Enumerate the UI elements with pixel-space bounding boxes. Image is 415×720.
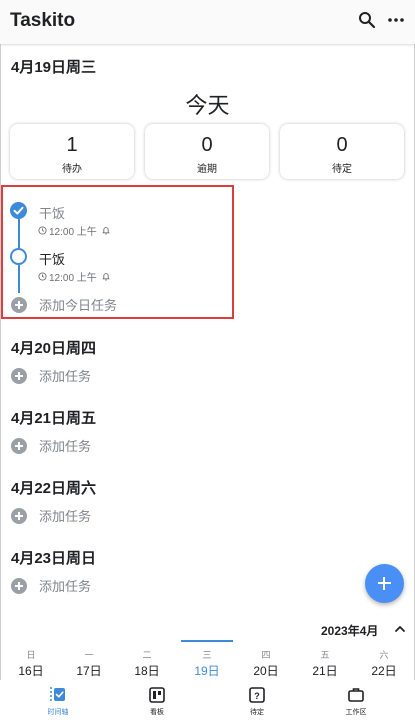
pending-icon: ? bbox=[249, 687, 265, 703]
day-weekday: 五 bbox=[320, 650, 330, 660]
stat-value: 0 bbox=[201, 134, 213, 156]
month-label: 2023年4月 bbox=[321, 624, 379, 638]
day-weekday: 四 bbox=[261, 650, 271, 660]
day-date: 22日 bbox=[371, 664, 397, 678]
board-icon bbox=[149, 687, 165, 703]
day-cell[interactable]: 五 21日 bbox=[299, 640, 351, 678]
day-weekday: 二 bbox=[142, 650, 152, 660]
timeline-connector bbox=[18, 265, 20, 293]
date-heading: 4月21日周五 bbox=[11, 410, 97, 427]
app-title: Taskito bbox=[10, 10, 76, 31]
plus-circle-icon bbox=[11, 577, 27, 594]
add-task-label: 添加任务 bbox=[39, 509, 92, 524]
plus-circle-icon bbox=[11, 367, 27, 384]
day-cell-selected[interactable]: 三 19日 bbox=[181, 640, 233, 678]
add-task-label: 添加今日任务 bbox=[39, 298, 118, 313]
day-date: 18日 bbox=[134, 664, 160, 678]
date-heading: 4月22日周六 bbox=[11, 480, 97, 497]
stat-value: 0 bbox=[336, 134, 348, 156]
day-weekday: 日 bbox=[26, 650, 36, 660]
more-options-icon[interactable] bbox=[386, 10, 406, 30]
timeline-connector bbox=[18, 219, 20, 248]
today-title: 今天 bbox=[185, 93, 230, 118]
add-today-task-button[interactable]: 添加今日任务 bbox=[11, 295, 117, 314]
add-task-button[interactable]: 添加任务 bbox=[11, 576, 91, 595]
checkmark-icon bbox=[13, 206, 24, 215]
nav-label: 待定 bbox=[250, 709, 264, 716]
date-heading-today: 4月19日周三 bbox=[11, 59, 97, 76]
add-task-label: 添加任务 bbox=[39, 579, 92, 594]
nav-timeline[interactable]: 时间轴 bbox=[18, 686, 98, 717]
task-title[interactable]: 干饭 bbox=[39, 249, 65, 268]
week-strip: 日 16日 一 17日 二 18日 三 19日 四 20日 五 21日 六 22… bbox=[0, 640, 415, 678]
clock-icon bbox=[38, 272, 47, 281]
task-title[interactable]: 干饭 bbox=[39, 203, 65, 222]
plus-circle-icon bbox=[11, 296, 27, 313]
day-date: 20日 bbox=[253, 664, 279, 678]
search-icon[interactable] bbox=[357, 10, 377, 30]
day-cell[interactable]: 二 18日 bbox=[121, 640, 173, 678]
day-cell[interactable]: 日 16日 bbox=[5, 640, 57, 678]
svg-text:?: ? bbox=[254, 691, 260, 701]
date-heading: 4月20日周四 bbox=[11, 340, 97, 357]
bottom-nav: 时间轴 看板 ? 待定 工作区 bbox=[0, 680, 415, 720]
day-cell[interactable]: 六 22日 bbox=[358, 640, 410, 678]
stat-value: 1 bbox=[66, 134, 78, 156]
task-meta: 12:00 上午 bbox=[38, 223, 112, 238]
add-task-label: 添加任务 bbox=[39, 369, 92, 384]
day-cell[interactable]: 一 17日 bbox=[63, 640, 115, 678]
add-task-button[interactable]: 添加任务 bbox=[11, 436, 91, 455]
clock-icon bbox=[38, 226, 47, 235]
add-fab-button[interactable] bbox=[365, 564, 404, 603]
stat-label: 逾期 bbox=[197, 164, 217, 175]
day-weekday: 三 bbox=[202, 650, 212, 660]
stat-card-pending[interactable]: 0 待定 bbox=[280, 124, 404, 179]
day-date: 17日 bbox=[76, 664, 102, 678]
nav-label: 工作区 bbox=[345, 709, 367, 716]
stat-card-todo[interactable]: 1 待办 bbox=[10, 124, 134, 179]
day-cell[interactable]: 四 20日 bbox=[240, 640, 292, 678]
bell-icon bbox=[102, 273, 110, 281]
day-date: 21日 bbox=[312, 664, 338, 678]
stat-card-overdue[interactable]: 0 逾期 bbox=[145, 124, 269, 179]
workspace-icon bbox=[348, 688, 364, 702]
day-weekday: 一 bbox=[84, 650, 94, 660]
task-meta: 12:00 上午 bbox=[38, 269, 112, 284]
nav-board[interactable]: 看板 bbox=[117, 686, 197, 717]
task-time: 12:00 上午 bbox=[49, 273, 97, 284]
nav-pending[interactable]: ? 待定 bbox=[217, 686, 297, 717]
stat-label: 待定 bbox=[332, 164, 352, 175]
nav-label: 时间轴 bbox=[47, 709, 69, 716]
task-time: 12:00 上午 bbox=[49, 227, 97, 238]
timeline-icon bbox=[50, 687, 65, 703]
add-task-button[interactable]: 添加任务 bbox=[11, 506, 91, 525]
plus-circle-icon bbox=[11, 507, 27, 524]
day-date: 16日 bbox=[18, 664, 44, 678]
chevron-up-icon[interactable] bbox=[392, 622, 408, 636]
app-bar: Taskito bbox=[0, 0, 415, 44]
bell-icon bbox=[102, 227, 110, 235]
task-checkbox-checked[interactable] bbox=[10, 202, 27, 219]
stat-label: 待办 bbox=[62, 164, 82, 175]
nav-workspace[interactable]: 工作区 bbox=[316, 686, 396, 717]
day-weekday: 六 bbox=[379, 650, 389, 660]
task-checkbox-unchecked[interactable] bbox=[10, 248, 27, 265]
nav-label: 看板 bbox=[150, 709, 164, 716]
day-date: 19日 bbox=[194, 664, 220, 678]
add-task-label: 添加任务 bbox=[39, 439, 92, 454]
plus-circle-icon bbox=[11, 437, 27, 454]
add-task-button[interactable]: 添加任务 bbox=[11, 366, 91, 385]
date-heading: 4月23日周日 bbox=[11, 550, 97, 567]
